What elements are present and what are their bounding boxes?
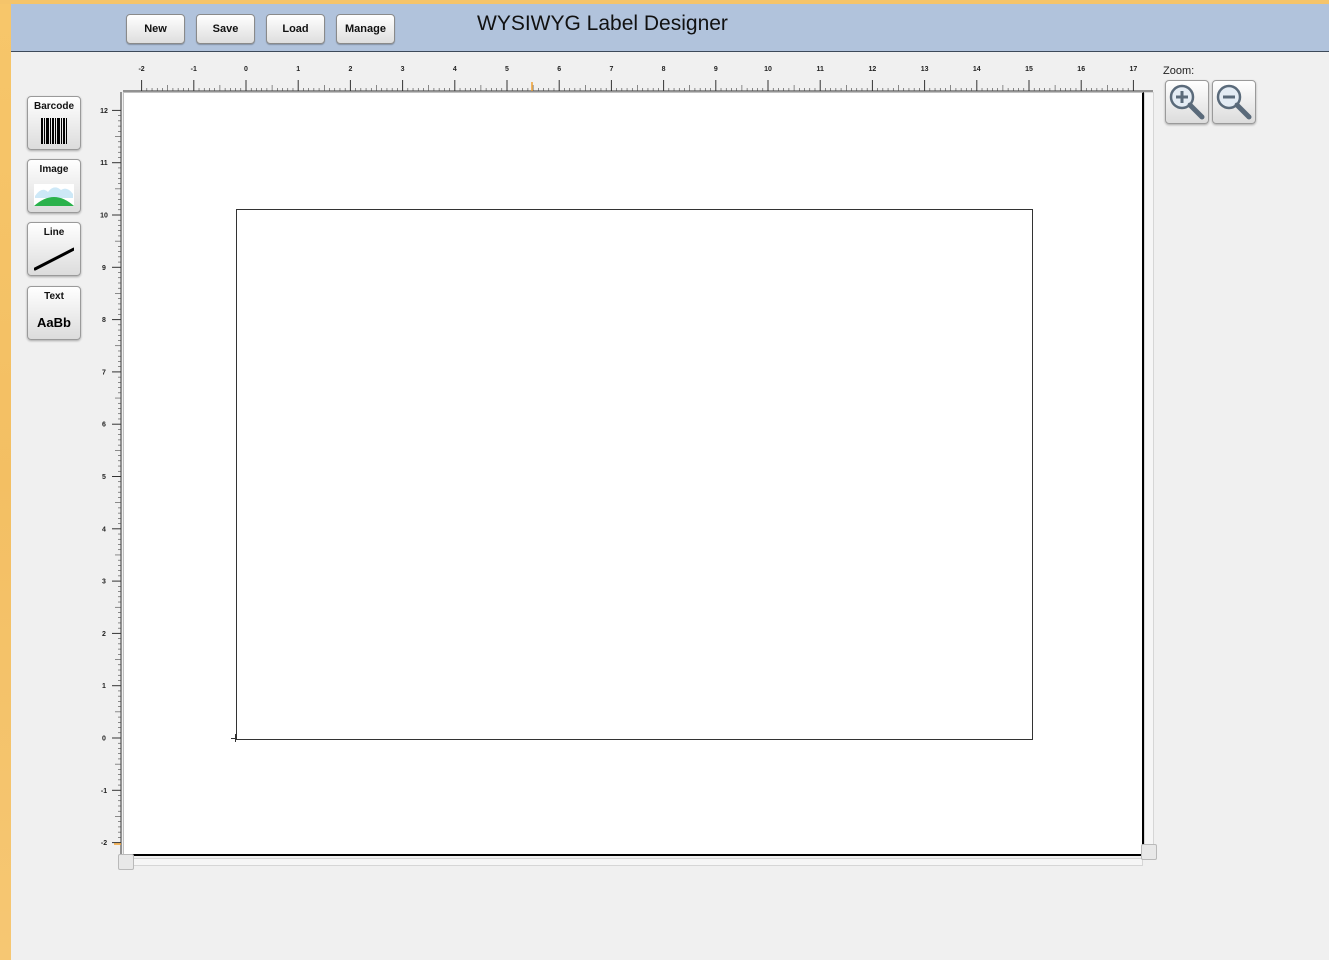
resize-handle-left[interactable] — [118, 854, 134, 870]
horizontal-ruler: -2 -1 0 1 2 3 4 5 6 7 8 9 10 11 12 13 14 15 16 17 — [123, 66, 1153, 92]
image-tool-label: Image — [39, 164, 69, 175]
ruler-x-tick-label: 1 — [296, 66, 300, 73]
resize-handle-right[interactable] — [1141, 844, 1157, 860]
ruler-y-tick-label: -2 — [101, 840, 107, 847]
ruler-x-tick-label: 15 — [1025, 66, 1033, 73]
ruler-x-tick-label: 10 — [764, 66, 772, 73]
ruler-x-tick-label: 11 — [816, 66, 824, 73]
ruler-y-tick-label: 1 — [102, 683, 106, 690]
origin-marker-vertical — [235, 734, 236, 742]
manage-button[interactable]: Manage — [336, 14, 395, 44]
design-canvas[interactable] — [123, 92, 1144, 856]
ruler-x-tick-label: 9 — [714, 66, 718, 73]
ruler-y-tick-label: 3 — [102, 579, 106, 586]
new-button[interactable]: New — [126, 14, 185, 44]
barcode-tool-button[interactable]: Barcode — [27, 96, 81, 150]
text-tool-label: Text — [44, 291, 64, 302]
line-tool-button[interactable]: Line — [27, 222, 81, 276]
ruler-x-tick-label: 17 — [1130, 66, 1138, 73]
ruler-x-tick-label: 2 — [348, 66, 352, 73]
vertical-ruler: 1211109876543210-1-2 — [100, 92, 122, 862]
zoom-in-button[interactable] — [1165, 80, 1209, 124]
ruler-x-tick-label: 13 — [921, 66, 929, 73]
barcode-icon — [41, 118, 67, 144]
text-tool-button[interactable]: Text AaBb — [27, 286, 81, 340]
horizontal-scrollbar[interactable] — [123, 858, 1143, 866]
ruler-y-tick-label: 11 — [100, 160, 108, 167]
ruler-y-tick-label: 2 — [102, 631, 106, 638]
barcode-tool-label: Barcode — [33, 101, 74, 112]
ruler-x-tick-label: 4 — [453, 66, 457, 73]
ruler-y-tick-label: 5 — [102, 474, 106, 481]
designer-workspace: Barcode Image Line Text AaBb -2 -1 0 1 2 3 — [11, 52, 1329, 960]
text-sample: AaBb — [37, 315, 71, 330]
ruler-y-tick-label: 6 — [102, 422, 106, 429]
zoom-out-button[interactable] — [1212, 80, 1256, 124]
ruler-y-tick-label: 4 — [102, 526, 106, 533]
ruler-y-tick-label: 8 — [102, 317, 106, 324]
image-icon — [34, 184, 74, 206]
ruler-x-tick-label: 16 — [1077, 66, 1085, 73]
ruler-y-tick-label: 12 — [100, 108, 108, 115]
vertical-scrollbar[interactable] — [1144, 92, 1154, 854]
page-title: WYSIWYG Label Designer — [477, 12, 728, 35]
ruler-y-tick-label: 10 — [100, 213, 108, 220]
zoom-out-icon — [1216, 84, 1252, 120]
line-icon — [34, 247, 74, 271]
zoom-in-icon — [1169, 84, 1205, 120]
zoom-label: Zoom: — [1163, 65, 1195, 77]
origin-marker — [231, 738, 237, 739]
header-bar: New Save Load Manage WYSIWYG Label Desig… — [11, 4, 1329, 52]
ruler-x-tick-label: 3 — [401, 66, 405, 73]
ruler-y-tick-label: 7 — [102, 369, 106, 376]
ruler-x-tick-label: -1 — [191, 66, 197, 73]
ruler-x-tick-label: 14 — [973, 66, 981, 73]
ruler-x-tick-label: -2 — [138, 66, 144, 73]
label-area[interactable] — [236, 209, 1033, 740]
load-button[interactable]: Load — [266, 14, 325, 44]
ruler-y-tick-label: 0 — [102, 736, 106, 743]
line-tool-label: Line — [43, 227, 65, 238]
save-button[interactable]: Save — [196, 14, 255, 44]
ruler-y-tick-label: 9 — [102, 265, 106, 272]
left-accent-stripe — [0, 0, 11, 960]
ruler-x-tick-label: 6 — [557, 66, 561, 73]
ruler-x-tick-label: 5 — [505, 66, 509, 73]
ruler-x-tick-label: 7 — [609, 66, 613, 73]
ruler-x-tick-label: 12 — [869, 66, 877, 73]
image-tool-button[interactable]: Image — [27, 159, 81, 213]
ruler-x-tick-label: 0 — [244, 66, 248, 73]
ruler-y-tick-label: -1 — [101, 788, 107, 795]
ruler-x-tick-label: 8 — [662, 66, 666, 73]
